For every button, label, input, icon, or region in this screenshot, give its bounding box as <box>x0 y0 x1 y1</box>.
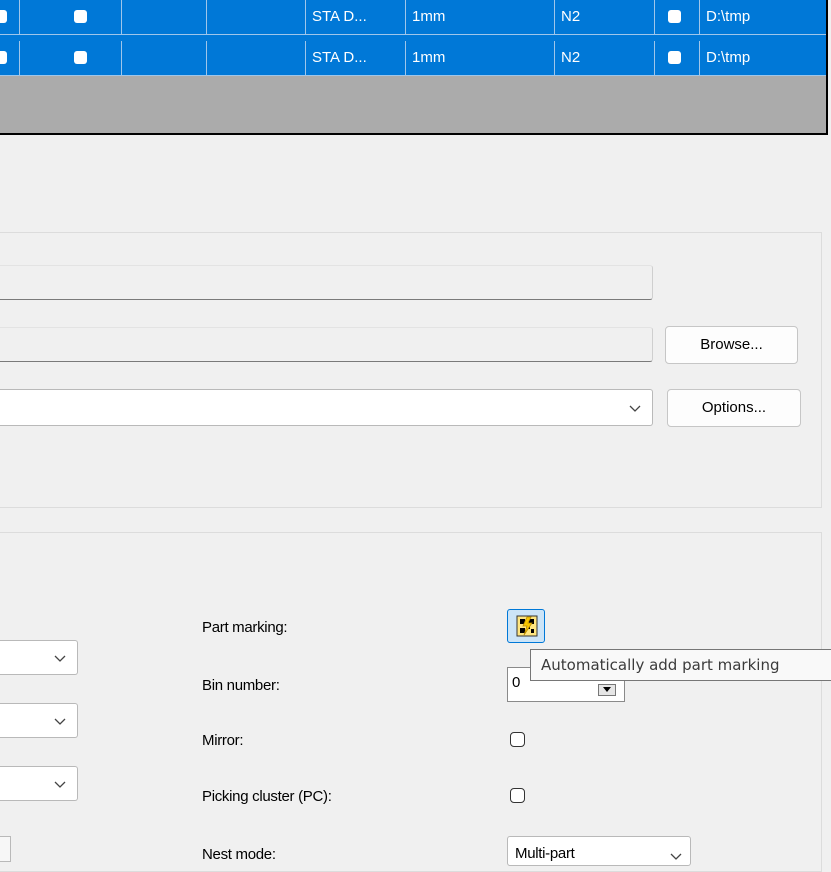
path-cell: D:\tmp <box>706 49 751 66</box>
browse-button[interactable]: Browse... <box>665 326 798 364</box>
left-select-3[interactable] <box>0 766 78 801</box>
nest-mode-label: Nest mode: <box>202 846 276 863</box>
row-checkbox[interactable] <box>74 51 87 64</box>
table-cell <box>207 0 306 34</box>
row-checkbox[interactable] <box>74 10 87 23</box>
program-cell: STA D... <box>306 41 406 75</box>
job-table: STA D... 1mm N2 D:\tmp STA D... 1mm N2 D… <box>0 0 828 135</box>
table-cell <box>0 41 20 75</box>
table-cell <box>20 41 122 75</box>
output-path-field[interactable] <box>0 327 653 362</box>
path-cell: D:\tmp <box>706 8 751 25</box>
table-cell <box>655 41 700 75</box>
table-row[interactable]: STA D... 1mm N2 D:\tmp <box>0 41 826 76</box>
picking-cluster-checkbox[interactable] <box>510 788 525 803</box>
mirror-label: Mirror: <box>202 732 244 749</box>
arrow-down-icon <box>603 687 611 692</box>
table-cell <box>20 0 122 34</box>
left-select-2[interactable] <box>0 703 78 738</box>
table-row[interactable]: STA D... 1mm N2 D:\tmp <box>0 0 826 35</box>
bin-number-value: 0 <box>512 674 521 691</box>
table-cell <box>0 0 20 34</box>
table-cell <box>122 41 207 75</box>
program-cell: STA D... <box>306 0 406 34</box>
table-cell <box>122 0 207 34</box>
mirror-checkbox[interactable] <box>510 732 525 747</box>
bin-number-label: Bin number: <box>202 677 280 694</box>
thickness-cell: 1mm <box>406 0 555 34</box>
auto-part-marking-icon <box>516 615 538 637</box>
chevron-down-icon <box>54 781 66 788</box>
gas-cell: N2 <box>555 0 655 34</box>
output-format-select[interactable] <box>0 389 653 426</box>
chevron-down-icon <box>670 853 682 860</box>
thickness-cell: 1mm <box>406 41 555 75</box>
output-name-field[interactable] <box>0 265 653 300</box>
left-select-1[interactable] <box>0 640 78 675</box>
row-checkbox[interactable] <box>668 10 681 23</box>
row-checkbox[interactable] <box>0 51 7 64</box>
part-marking-label: Part marking: <box>202 619 288 636</box>
gas-cell: N2 <box>555 41 655 75</box>
part-marking-tooltip: Automatically add part marking <box>530 649 831 681</box>
chevron-down-icon <box>629 405 641 412</box>
table-cell <box>207 41 306 75</box>
left-field-4[interactable] <box>0 836 11 862</box>
row-checkbox[interactable] <box>668 51 681 64</box>
table-cell <box>655 0 700 34</box>
options-button[interactable]: Options... <box>667 389 801 427</box>
row-gap <box>0 35 826 41</box>
settings-group <box>0 532 822 872</box>
chevron-down-icon <box>54 655 66 662</box>
nest-mode-value: Multi-part <box>515 845 575 862</box>
spin-down-button[interactable] <box>598 684 616 696</box>
part-marking-button[interactable] <box>507 609 545 643</box>
chevron-down-icon <box>54 718 66 725</box>
row-checkbox[interactable] <box>0 10 7 23</box>
picking-cluster-label: Picking cluster (PC): <box>202 788 332 805</box>
